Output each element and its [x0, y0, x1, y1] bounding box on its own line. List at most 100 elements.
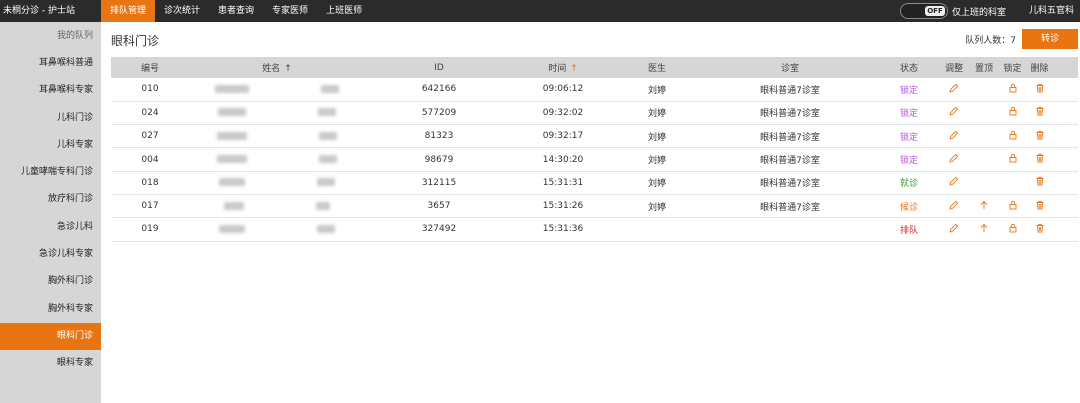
trash-icon[interactable] — [1035, 200, 1045, 210]
trash-icon[interactable] — [1035, 223, 1045, 233]
cell-room: 眼科普通7诊室 — [701, 101, 879, 126]
arrow-up-icon[interactable] — [979, 223, 989, 233]
pencil-icon[interactable] — [949, 106, 959, 117]
col-num: 编号 — [111, 57, 189, 78]
cell-time: 15:31:26 — [513, 194, 613, 219]
table-row[interactable]: 027 81323 09:32:17 刘婷 眼科普通7诊室 锁定 — [111, 124, 1078, 149]
lock-icon[interactable] — [1008, 83, 1018, 93]
sidebar-item-4[interactable]: 儿童哮喘专科门诊 — [0, 159, 101, 186]
col-name[interactable]: 姓名 ↑ — [189, 57, 365, 78]
sidebar-item-2[interactable]: 儿科门诊 — [0, 105, 101, 132]
lock-icon[interactable] — [1008, 200, 1018, 210]
cell-top — [969, 171, 999, 195]
sort-up-icon[interactable]: ↑ — [284, 64, 292, 74]
only-working-toggle[interactable]: OFF 仅上班的科室 — [900, 3, 1006, 19]
cell-num: 004 — [111, 147, 189, 172]
tab-1[interactable]: 诊次统计 — [155, 0, 209, 22]
redacted-info — [317, 224, 335, 233]
lock-icon[interactable] — [1008, 223, 1018, 233]
trash-icon[interactable] — [1035, 176, 1045, 186]
cell-name — [189, 217, 365, 242]
table-row[interactable]: 024 577209 09:32:02 刘婷 眼科普通7诊室 锁定 — [111, 101, 1078, 126]
cell-doctor: 刘婷 — [613, 101, 701, 126]
pencil-icon[interactable] — [949, 176, 959, 186]
cell-time: 15:31:31 — [513, 171, 613, 195]
toggle-switch[interactable]: OFF — [900, 3, 948, 19]
sidebar-item-1[interactable]: 耳鼻喉科专家 — [0, 77, 101, 104]
cell-id: 577209 — [365, 101, 513, 126]
cell-status: 锁定 — [879, 124, 939, 149]
toggle-state: OFF — [925, 6, 945, 16]
cell-name — [189, 147, 365, 172]
sort-up-icon[interactable]: ↑ — [570, 64, 578, 74]
lock-icon[interactable] — [1008, 153, 1018, 163]
col-delete: 删除 — [1026, 57, 1053, 78]
cell-lock — [999, 147, 1026, 172]
sidebar-item-3[interactable]: 儿科专家 — [0, 132, 101, 159]
cell-time: 09:32:17 — [513, 124, 613, 149]
page-title: 眼科门诊 — [111, 34, 160, 48]
department-name[interactable]: 儿科五官科 — [1029, 0, 1074, 22]
trash-icon[interactable] — [1035, 153, 1045, 163]
pencil-icon[interactable] — [949, 200, 959, 210]
redacted-name — [218, 108, 246, 117]
sidebar-item-8[interactable]: 胸外科门诊 — [0, 268, 101, 295]
sidebar-item-9[interactable]: 胸外科专家 — [0, 296, 101, 323]
redacted-name — [219, 178, 245, 187]
cell-time: 09:06:12 — [513, 78, 613, 102]
sidebar-item-6[interactable]: 急诊儿科 — [0, 214, 101, 241]
cell-delete — [1026, 217, 1053, 242]
pencil-icon[interactable] — [949, 223, 959, 233]
cell-num: 010 — [111, 78, 189, 102]
sidebar-item-11[interactable]: 眼科专家 — [0, 350, 101, 377]
transfer-button[interactable]: 转诊 — [1022, 29, 1078, 49]
arrow-up-icon[interactable] — [979, 200, 989, 210]
top-bar: 未桐分诊 - 护士站 排队管理 诊次统计 患者查询 专家医师 上班医师 OFF 仅上班的… — [0, 0, 1080, 22]
cell-num: 018 — [111, 171, 189, 195]
sidebar-item-5[interactable]: 放疗科门诊 — [0, 186, 101, 213]
table-row[interactable]: 019 327492 15:31:36 排队 — [111, 217, 1078, 242]
cell-adjust — [939, 217, 969, 242]
queue-table: 编号 姓名 ↑ ID 时间 ↑ 医生 诊室 状态 调整 置顶 锁定 删除 010 64… — [111, 57, 1078, 242]
tab-0[interactable]: 排队管理 — [101, 0, 156, 22]
lock-icon[interactable] — [1008, 130, 1018, 140]
col-adjust: 调整 — [939, 57, 969, 78]
tab-2[interactable]: 患者查询 — [209, 0, 263, 22]
toggle-label: 仅上班的科室 — [952, 7, 1007, 18]
cell-id: 98679 — [365, 147, 513, 172]
pencil-icon[interactable] — [949, 83, 959, 93]
sidebar-item-0[interactable]: 耳鼻喉科普通 — [0, 50, 101, 77]
cell-lock — [999, 124, 1026, 149]
trash-icon[interactable] — [1035, 106, 1045, 116]
cell-adjust — [939, 101, 969, 126]
cell-adjust — [939, 147, 969, 172]
cell-room: 眼科普通7诊室 — [701, 171, 879, 195]
redacted-info — [316, 201, 330, 210]
cell-doctor — [613, 217, 701, 242]
cell-room — [701, 217, 879, 242]
tab-3[interactable]: 专家医师 — [263, 0, 317, 22]
sidebar-item-10[interactable]: 眼科门诊 — [0, 322, 101, 351]
cell-lock — [999, 78, 1026, 102]
redacted-name — [224, 201, 244, 210]
sidebar-item-7[interactable]: 急诊儿科专家 — [0, 241, 101, 268]
cell-name — [189, 124, 365, 149]
cell-lock — [999, 171, 1026, 195]
table-row[interactable]: 004 98679 14:30:20 刘婷 眼科普通7诊室 锁定 — [111, 147, 1078, 172]
redacted-info — [321, 84, 339, 93]
trash-icon[interactable] — [1035, 130, 1045, 140]
col-status: 状态 — [879, 57, 939, 78]
tab-4[interactable]: 上班医师 — [317, 0, 371, 22]
trash-icon[interactable] — [1035, 83, 1045, 93]
table-row[interactable]: 010 642166 09:06:12 刘婷 眼科普通7诊室 锁定 — [111, 78, 1078, 102]
col-doctor: 医生 — [613, 57, 701, 78]
cell-doctor: 刘婷 — [613, 194, 701, 219]
cell-id: 81323 — [365, 124, 513, 149]
pencil-icon[interactable] — [949, 130, 959, 140]
lock-icon[interactable] — [1008, 106, 1018, 116]
col-time[interactable]: 时间 ↑ — [513, 57, 613, 78]
cell-delete — [1026, 147, 1053, 172]
pencil-icon[interactable] — [949, 153, 959, 163]
table-row[interactable]: 018 312115 15:31:31 刘婷 眼科普通7诊室 就诊 — [111, 171, 1078, 195]
table-row[interactable]: 017 3657 15:31:26 刘婷 眼科普通7诊室 候诊 — [111, 194, 1078, 219]
